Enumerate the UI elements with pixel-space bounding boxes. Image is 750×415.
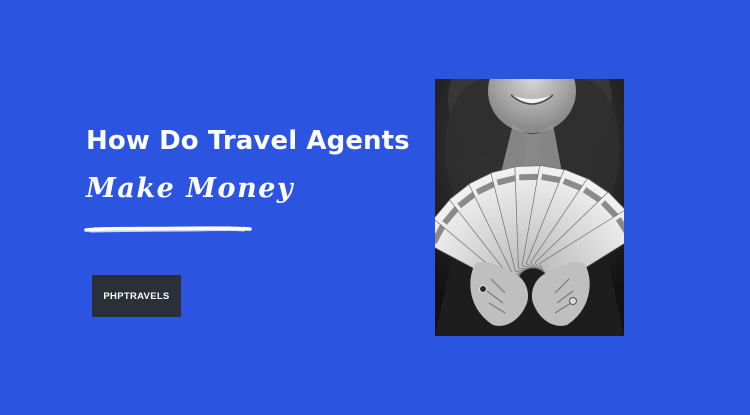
brush-underline <box>84 226 252 233</box>
brand-badge: PHPTRAVELS <box>92 275 181 317</box>
banner-subtitle: Make Money <box>86 173 295 204</box>
money-fan-photo <box>435 79 624 336</box>
brand-label: PHPTRAVELS <box>103 290 170 302</box>
banner-canvas: How Do Travel Agents Make Money PHPTRAVE… <box>0 0 750 415</box>
banner-title: How Do Travel Agents <box>86 126 410 156</box>
person-holding-cash-fan-photo <box>435 79 624 336</box>
